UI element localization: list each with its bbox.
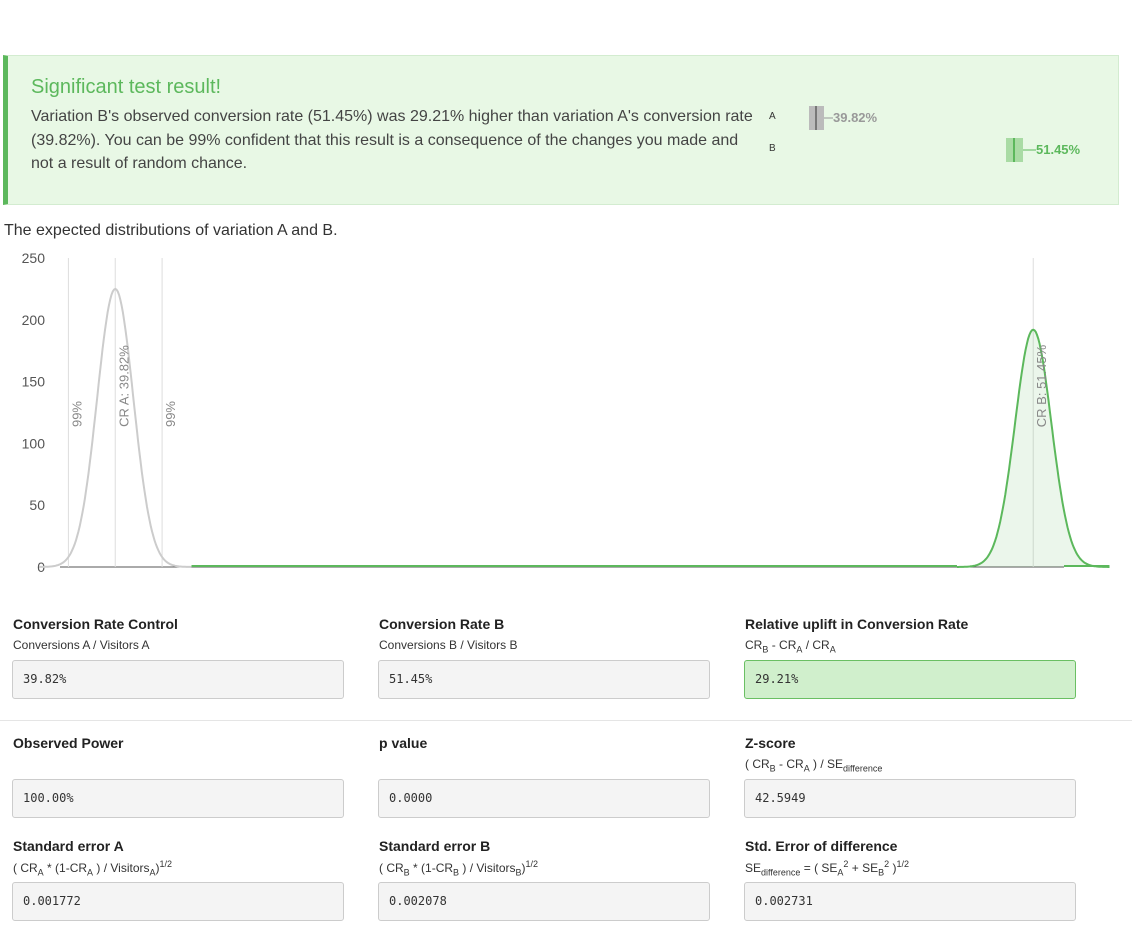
cr-b-formula: Conversions B / Visitors B (379, 638, 518, 652)
se-a-formula: ( CRA * (1-CRA ) / VisitorsA)1/2 (13, 859, 173, 878)
zscore-output[interactable]: 42.5949 (744, 779, 1076, 818)
annotation-cr-b: CR B: 51.45% (1034, 344, 1049, 427)
pvalue-output[interactable]: 0.0000 (378, 779, 710, 818)
mini-chart-value-b: 51.45% (1036, 142, 1081, 157)
y-tick-label: 50 (29, 497, 45, 513)
cr-b-output[interactable]: 51.45% (378, 660, 710, 699)
se-b-title: Standard error B (379, 838, 491, 854)
chart-caption: The expected distributions of variation … (4, 222, 338, 239)
y-tick-label: 250 (22, 250, 46, 266)
mini-chart-label-b: B (769, 143, 776, 154)
mini-chart-value-a: 39.82% (833, 110, 878, 125)
se-diff-formula: SEdifference = ( SEA2 + SEB2 )1/2 (745, 859, 910, 878)
power-output[interactable]: 100.00% (12, 779, 344, 818)
se-diff-title: Std. Error of difference (745, 838, 898, 854)
mini-chart-marker-b (1006, 138, 1036, 162)
y-tick-label: 200 (22, 312, 46, 328)
pvalue-title: p value (379, 735, 428, 751)
uplift-formula: CRB - CRA / CRA (745, 638, 836, 655)
zscore-title: Z-score (745, 735, 796, 751)
mini-chart-marker-a (809, 106, 833, 130)
cr-control-output[interactable]: 39.82% (12, 660, 344, 699)
uplift-output[interactable]: 29.21% (744, 660, 1076, 699)
annotation-cr-a: CR A: 39.82% (116, 345, 131, 427)
alert-title: Significant test result! (31, 76, 222, 98)
mini-chart-label-a: A (769, 111, 776, 122)
annotation-a-ci-high: 99% (163, 401, 178, 427)
se-b-formula: ( CRB * (1-CRB ) / VisitorsB)1/2 (379, 859, 539, 878)
y-tick-label: 100 (22, 435, 46, 451)
result-alert: Significant test result! Variation B's o… (3, 55, 1119, 205)
zscore-formula: ( CRB - CRA ) / SEdifference (745, 757, 883, 774)
se-diff-output[interactable]: 0.002731 (744, 882, 1076, 921)
power-title: Observed Power (13, 735, 124, 751)
cr-b-title: Conversion Rate B (379, 616, 505, 632)
se-b-output[interactable]: 0.002078 (378, 882, 710, 921)
se-a-output[interactable]: 0.001772 (12, 882, 344, 921)
y-tick-label: 150 (22, 374, 46, 390)
alert-body: Variation B's observed conversion rate (… (31, 108, 753, 172)
se-a-title: Standard error A (13, 838, 124, 854)
cr-control-formula: Conversions A / Visitors A (13, 638, 150, 652)
cr-control-title: Conversion Rate Control (13, 616, 178, 632)
annotation-a-ci-low: 99% (69, 401, 84, 427)
uplift-title: Relative uplift in Conversion Rate (745, 616, 969, 632)
distribution-chart: 05010015020025099% CR A: 39.82% 99% CR B: 5… (22, 250, 1110, 575)
section-divider (0, 720, 1132, 721)
